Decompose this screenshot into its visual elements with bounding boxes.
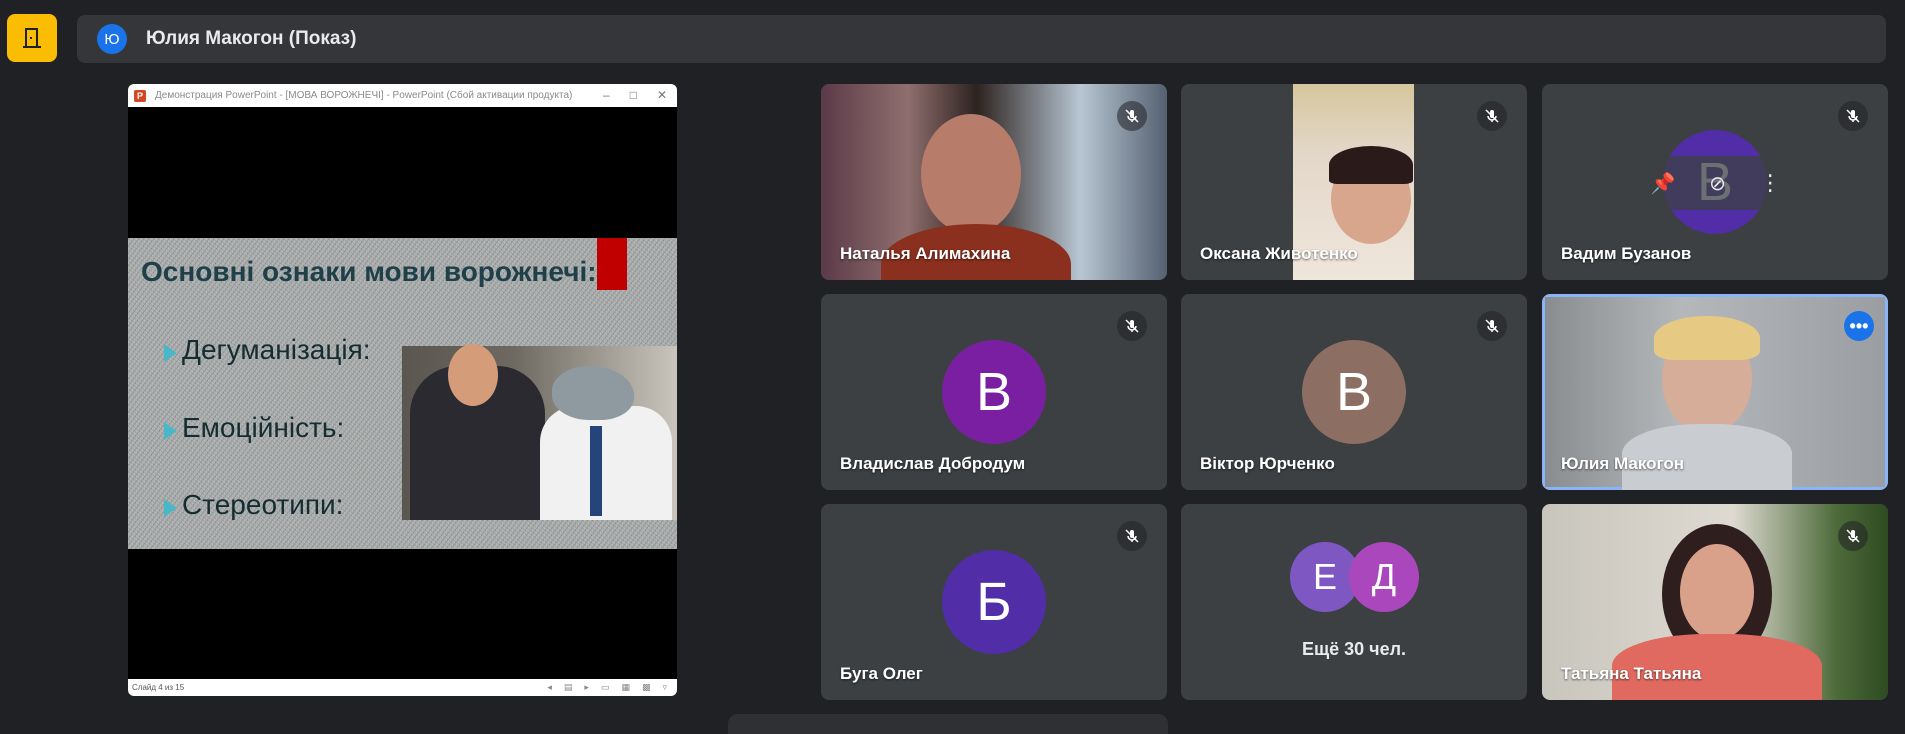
mic-off-icon	[1117, 521, 1147, 551]
sorter-view-icon: ▦	[621, 682, 630, 692]
next-slide-icon: ▸	[584, 682, 589, 692]
participant-name: Віктор Юрченко	[1200, 454, 1335, 473]
close-icon: ✕	[656, 88, 667, 102]
slideshow-icon: ▿	[662, 682, 667, 692]
slide-bullet: Емоційність:	[163, 412, 345, 443]
participant-name: Наталья Алимахина	[840, 244, 1011, 263]
presenter-avatar: Ю	[97, 24, 127, 54]
ppt-status-bar: Слайд 4 из 15 ◂ ▤ ▸ ▭ ▦ ▩ ▿	[128, 679, 677, 696]
slide-title: Основні ознаки мови ворожнечі:	[141, 256, 597, 287]
mic-off-icon	[1477, 311, 1507, 341]
participant-avatar: Б	[942, 550, 1046, 654]
slide-bullet: Стереотипи:	[163, 489, 344, 520]
door-icon	[23, 28, 41, 48]
slide-counter: Слайд 4 из 15	[132, 683, 185, 692]
participant-name: Оксана Животенко	[1200, 244, 1358, 263]
leave-call-button[interactable]	[7, 14, 57, 62]
reading-view-icon: ▩	[641, 682, 651, 692]
participant-tile-speaking[interactable]: ••• Юлия Макогон	[1542, 294, 1888, 490]
others-tile[interactable]: Е Д Ещё 30 чел.	[1181, 504, 1527, 700]
pin-icon[interactable]: 📌	[1651, 171, 1676, 196]
mute-participant-icon[interactable]: ⊘	[1709, 171, 1726, 196]
prev-slide-icon: ◂	[547, 682, 552, 692]
mic-off-icon	[1838, 521, 1868, 551]
participant-name: Вадим Бузанов	[1561, 244, 1692, 263]
participant-tile[interactable]: Наталья Алимахина	[821, 84, 1167, 280]
participant-tile[interactable]: Б Буга Олег	[821, 504, 1167, 700]
slide-red-accent	[597, 238, 627, 290]
participant-tile[interactable]: В Владислав Добродум	[821, 294, 1167, 490]
participant-avatar: В	[942, 340, 1046, 444]
participant-name: Юлия Макогон	[1561, 454, 1685, 473]
participant-name: Татьяна Татьяна	[1561, 664, 1702, 683]
ppt-window-title: Демонстрация PowerPoint - [МОВА ВОРОЖНЕЧ…	[155, 90, 573, 101]
presenter-title: Юлия Макогон (Показ)	[146, 28, 357, 49]
menu-icon: ▤	[563, 682, 573, 692]
participant-name: Буга Олег	[840, 664, 923, 683]
participant-tile[interactable]: Оксана Животенко	[1181, 84, 1527, 280]
participant-tile[interactable]: В Віктор Юрченко	[1181, 294, 1527, 490]
participant-avatar: В	[1302, 340, 1406, 444]
shared-screen[interactable]: P Демонстрация PowerPoint - [МОВА ВОРОЖН…	[128, 84, 677, 696]
powerpoint-icon: P	[134, 89, 146, 102]
minimize-icon: –	[603, 88, 610, 102]
participant-tile[interactable]: Татьяна Татьяна	[1542, 504, 1888, 700]
participant-avatar: Д	[1349, 542, 1419, 612]
presenter-bar: Ю Юлия Макогон (Показ)	[77, 15, 1886, 63]
normal-view-icon: ▭	[600, 682, 610, 692]
tile-hover-controls: 📌 ⊘ ⋮	[1634, 156, 1798, 210]
speaking-indicator-icon: •••	[1844, 311, 1874, 341]
slide-photo	[402, 344, 677, 520]
call-controls-bar[interactable]	[728, 714, 1168, 734]
slide-content: Основні ознаки мови ворожнечі: Дегуманіз…	[128, 238, 677, 549]
ppt-title-bar: P Демонстрация PowerPoint - [МОВА ВОРОЖН…	[128, 84, 677, 107]
mic-off-icon	[1117, 101, 1147, 131]
participant-name: Владислав Добродум	[840, 454, 1026, 473]
slide-bullet: Дегуманізація:	[164, 334, 371, 365]
others-count: Ещё 30 чел.	[1301, 639, 1407, 659]
maximize-icon: □	[629, 88, 637, 102]
more-options-icon[interactable]: ⋮	[1759, 170, 1781, 196]
mic-off-icon	[1477, 101, 1507, 131]
participant-tile[interactable]: В 📌 ⊘ ⋮ Вадим Бузанов	[1542, 84, 1888, 280]
mic-off-icon	[1117, 311, 1147, 341]
mic-off-icon	[1838, 101, 1868, 131]
